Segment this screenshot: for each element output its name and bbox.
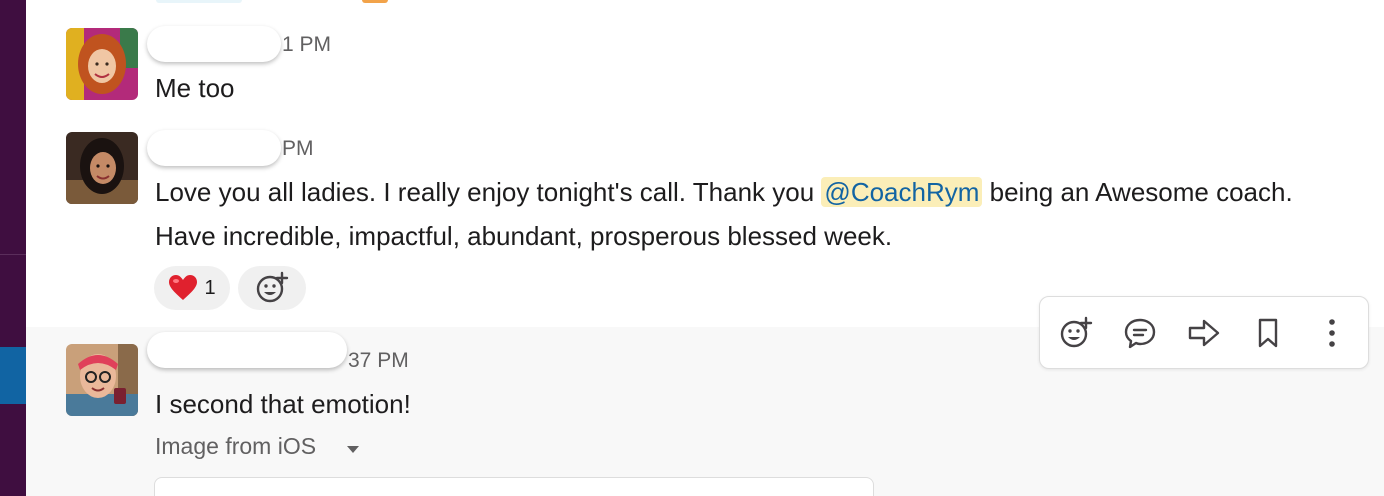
user-mention[interactable]: @CoachRym	[821, 177, 983, 207]
bookmark-icon	[1258, 318, 1278, 348]
sender-name-redacted[interactable]	[147, 26, 281, 62]
add-emoji-icon	[256, 271, 289, 303]
message-text-start: Love you all ladies. I really enjoy toni…	[155, 177, 822, 207]
avatar-dark-hair-woman[interactable]	[66, 132, 138, 204]
message-text: Me too	[155, 73, 235, 103]
message-timestamp[interactable]: 37 PM	[348, 349, 409, 373]
add-reaction-button[interactable]	[1054, 311, 1098, 355]
previous-emoji-remnant	[362, 0, 388, 3]
message-text: I second that emotion!	[155, 389, 411, 419]
reply-in-thread-button[interactable]	[1118, 311, 1162, 355]
active-workspace-indicator[interactable]	[0, 347, 26, 404]
red-heart-emoji	[169, 275, 198, 300]
previous-message-remnant	[156, 0, 242, 3]
message-text: Love you all ladies. I really enjoy toni…	[155, 170, 1355, 258]
reaction-heart[interactable]: 1	[154, 266, 230, 310]
add-reaction-button[interactable]	[238, 266, 306, 310]
save-for-later-button[interactable]	[1246, 311, 1290, 355]
message-timestamp[interactable]: 1 PM	[282, 33, 331, 57]
more-actions-button[interactable]	[1310, 311, 1354, 355]
sidebar-divider	[0, 254, 26, 255]
sender-name-redacted[interactable]	[147, 130, 281, 166]
avatar-woman-headband-glasses[interactable]	[66, 344, 138, 416]
add-reaction-icon	[1060, 316, 1093, 348]
message-timestamp[interactable]: PM	[282, 137, 314, 161]
workspace-sidebar	[0, 0, 26, 496]
forward-message-button[interactable]	[1182, 311, 1226, 355]
forward-arrow-icon	[1188, 319, 1220, 347]
caret-down-icon[interactable]	[347, 446, 359, 453]
message-actions-toolbar	[1039, 296, 1369, 369]
avatar-red-hair-woman[interactable]	[66, 28, 138, 100]
sender-name-redacted[interactable]	[147, 332, 347, 368]
reaction-count: 1	[204, 276, 216, 299]
image-attachment[interactable]	[154, 477, 874, 496]
message-pane: 1 PM Me too PM Love you all ladies. I re…	[0, 0, 1384, 496]
reply-thread-icon	[1124, 318, 1156, 349]
more-actions-icon	[1329, 319, 1335, 347]
attachment-label[interactable]: Image from iOS	[155, 433, 316, 460]
